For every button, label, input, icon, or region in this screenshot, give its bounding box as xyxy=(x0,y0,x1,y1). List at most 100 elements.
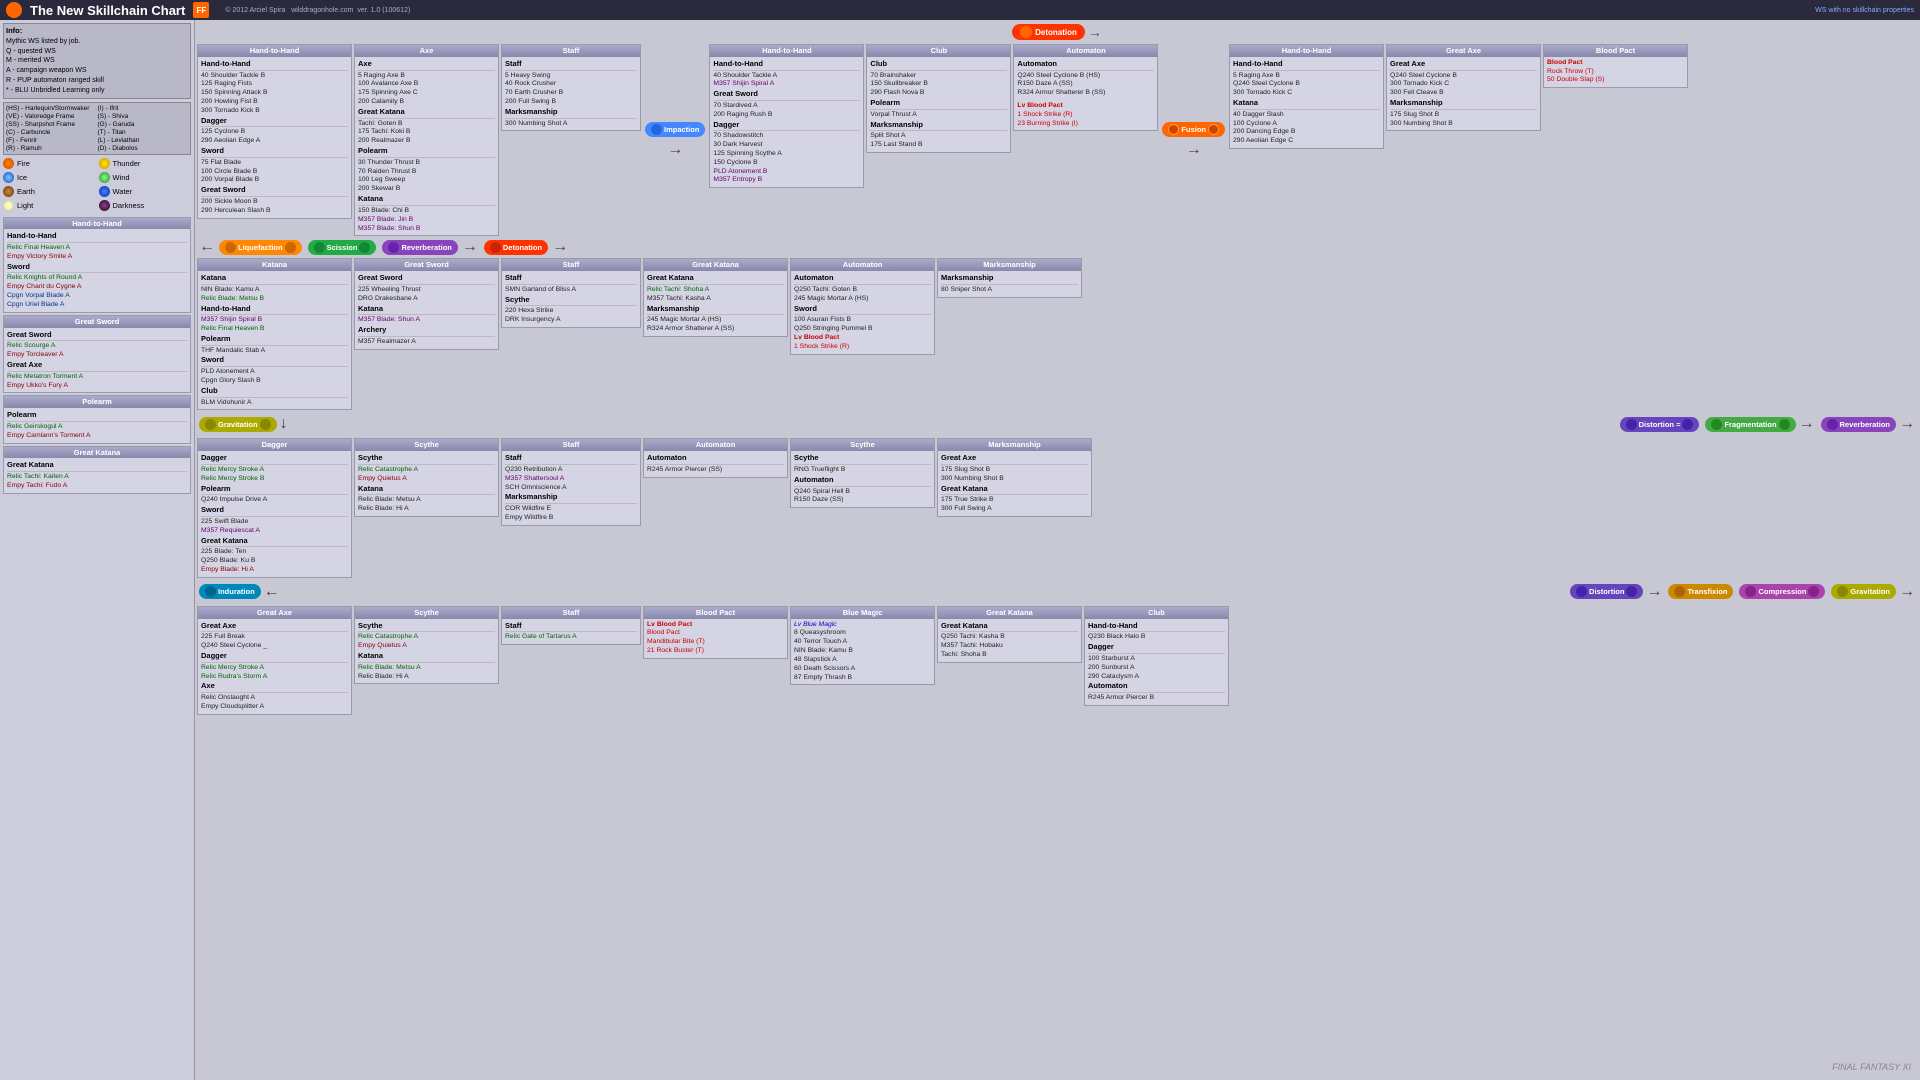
s-bm-c5-4: NIN Blade: Kamu B xyxy=(794,647,931,656)
scission-conn: Scission xyxy=(308,238,377,256)
s-gk-c5-3: Tachi: Shoha B xyxy=(941,651,1078,660)
col3-5: Automaton Automaton Q250 Tachi: Goten B … xyxy=(790,258,935,410)
ga-col5-header: Great Axe xyxy=(198,607,351,619)
s-arch-c3-1: M357 Realmazer A xyxy=(358,338,495,347)
staff-col5-header: Staff xyxy=(502,607,640,619)
elem-wind: Wind xyxy=(99,172,192,183)
info-line-5: R - PUP automaton ranged skill xyxy=(6,77,104,84)
col4-1: Dagger Dagger Relic Mercy Stroke A Relic… xyxy=(197,438,352,577)
s-hth-r1: 5 Raging Axe B xyxy=(1233,72,1380,81)
app-logo xyxy=(6,2,22,18)
s-st-3: 70 Earth Crusher B xyxy=(505,89,637,98)
s-gk-c3-r1: Relic Tachi: Shoha A xyxy=(647,286,784,295)
wt-marks-c3-3: Marksmanship xyxy=(941,273,1078,285)
distortion-icon-bottom xyxy=(1576,586,1587,597)
s-hth-4: 200 Howling Fist B xyxy=(201,98,348,107)
s-st-4: 200 Full Swing B xyxy=(505,98,637,107)
s-ga-c5-2: Q240 Steel Cyclone _ xyxy=(201,642,348,651)
distortion-badge-bottom: Distortion xyxy=(1570,584,1643,599)
s-auto-c3-2: 245 Magic Mortar A (HS) xyxy=(794,295,931,304)
s-axe-c5-2: Empy Cloudsplitter A xyxy=(201,703,348,712)
col5-gk: Great Katana Great Katana Q250 Tachi: Ka… xyxy=(937,606,1082,715)
reverberation-conn: Reverberation → xyxy=(382,238,477,256)
right-arrow-fusion: → xyxy=(1186,141,1202,159)
s-kat-c5-2: Relic Blade: Hi A xyxy=(358,673,495,682)
reverberation-text-right: Reverberation xyxy=(1840,420,1890,429)
s-mk-r1: 175 Slug Shot B xyxy=(1390,111,1537,120)
impaction-badge-left: Impaction xyxy=(645,122,705,137)
legend-hs: (HS) - Harlequin/Stormwaker xyxy=(6,105,97,112)
s-hth-r2: Q240 Steel Cyclone B xyxy=(1233,80,1380,89)
wt-staff-c5: Staff xyxy=(505,621,637,633)
water-icon xyxy=(99,186,110,197)
s-auto-c4-21: Q240 Spiral Hell B xyxy=(794,488,931,497)
wt-sword-col3-2: Sword xyxy=(794,304,931,316)
node-staff-col5: Staff Staff Relic Gate of Tartarus A xyxy=(501,606,641,645)
auto-col4-header: Automaton xyxy=(644,439,787,451)
s-gk-1: Tachi: Goten B xyxy=(358,120,495,129)
s-gk-3: 200 Realmazer B xyxy=(358,137,495,146)
s-nc1-d2: 30 Dark Harvest xyxy=(713,141,860,150)
chart-area[interactable]: Detonation → Hand-to-Hand Hand-to-Hand 4… xyxy=(195,20,1920,1080)
wt-polearm-c: Polearm xyxy=(870,98,1007,110)
wtype-polearm: Polearm xyxy=(7,410,187,422)
node-katana-1-header: Great Katana xyxy=(4,447,190,459)
wt-sword-c4: Sword xyxy=(201,505,348,517)
s-mk-c4-1: COR Wildfire E xyxy=(505,505,637,514)
club-center-header: Club xyxy=(867,45,1010,57)
wt-hth-col3: Hand-to-Hand xyxy=(201,304,348,316)
node-katana-1: Great Katana Great Katana Relic Tachi: K… xyxy=(3,446,191,494)
detonation-icon-top xyxy=(1020,26,1032,38)
wt-club-col3: Club xyxy=(201,386,348,398)
s-ga-r1: Q240 Steel Cyclone B xyxy=(1390,72,1537,81)
s-staff-c5-1: Relic Gate of Tartarus A xyxy=(505,633,637,642)
s-axe-3: 175 Spinning Axe C xyxy=(358,89,495,98)
compression-conn: Compression xyxy=(1739,584,1825,599)
s-staff-c32-1: SMN Garland of Bliss A xyxy=(505,286,637,295)
col4-5: Scythe Scythe RNG Trueflight B Automaton… xyxy=(790,438,935,577)
col-1: Hand-to-Hand Hand-to-Hand 40 Shoulder Ta… xyxy=(197,44,352,236)
s-kat-r3: 200 Dancing Edge B xyxy=(1233,128,1380,137)
s-club-1: 70 Brainshaker xyxy=(870,72,1007,81)
fusion-icon-2 xyxy=(1208,124,1219,135)
s-kat-3: M357 Blade: Shun B xyxy=(358,225,495,234)
earth-icon xyxy=(3,186,14,197)
s-gk-c4-r2: 300 Full Swing A xyxy=(941,505,1088,514)
s-kat-r4: 290 Aeolian Edge C xyxy=(1233,137,1380,146)
wt-marks-c3-2: Marksmanship xyxy=(647,304,784,316)
s-mk-c32-1: 245 Magic Mortar A (HS) xyxy=(647,316,784,325)
col-club-center: Club Club 70 Brainshaker 150 Skullbreake… xyxy=(866,44,1011,236)
elem-thunder: Thunder xyxy=(99,158,192,169)
wt-staff-c32: Staff xyxy=(505,273,637,285)
col5-bm: Blue Magic Lv Blue Magic 8 Queasyshroom … xyxy=(790,606,935,715)
s-marks-c4-2: 300 Numbing Shot B xyxy=(941,475,1088,484)
liquefaction-badge: Liquefaction xyxy=(219,240,302,255)
s-hth-3: 150 Spinning Attack B xyxy=(201,89,348,98)
light-icon xyxy=(3,200,14,211)
skill-sw-r1: Relic Knights of Round A xyxy=(7,274,187,283)
induration-conn: Induration ← xyxy=(199,583,280,601)
bp-right-s1: Rock Throw (T) xyxy=(1547,68,1684,77)
skill-gk-r1: Relic Tachi: Kaiten A xyxy=(7,473,187,482)
gravitation-badge: Gravitation xyxy=(199,417,277,432)
s-dag-c5-r3: 290 Cataclysm A xyxy=(1088,673,1225,682)
header-note: WS with no skillchain properties xyxy=(1815,7,1914,14)
col3-marks: Marksmanship Marksmanship 80 Sniper Shot… xyxy=(937,258,1082,410)
s-pol-c1: Vorpal Thrust A xyxy=(870,111,1007,120)
wt-katana-c5: Katana xyxy=(358,651,495,663)
detonation-text-right: Detonation xyxy=(503,243,542,252)
s-gk-2: 175 Tachi: Koki B xyxy=(358,128,495,137)
wind-icon xyxy=(99,172,110,183)
thunder-icon xyxy=(99,158,110,169)
node-staff-col4: Staff Staff Q230 Retribution A M357 Shat… xyxy=(501,438,641,525)
bloodpact-label-1: Lv Blood Pact xyxy=(1017,102,1154,111)
s-gs-2: 290 Herculean Slash B xyxy=(201,207,348,216)
elem-ice: Ice xyxy=(3,172,96,183)
s-gk-c5-2: M357 Tachi: Hobaku xyxy=(941,642,1078,651)
right-arrow-impaction: → xyxy=(667,141,683,159)
distortion-text-bottom: Distortion xyxy=(1589,587,1624,596)
compression-badge: Compression xyxy=(1739,584,1825,599)
s-marks-c3-1: 80 Sniper Shot A xyxy=(941,286,1078,295)
scythe-col4-2-header: Scythe xyxy=(791,439,934,451)
legend-ve: (VE) - Valoredge Frame xyxy=(6,113,97,120)
